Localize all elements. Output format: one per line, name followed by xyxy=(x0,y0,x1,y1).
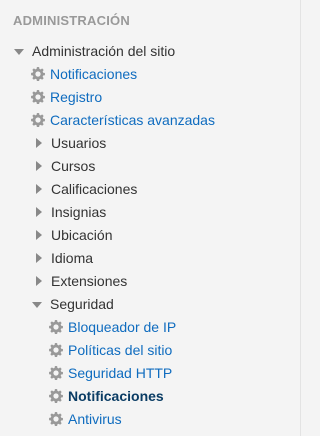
administration-block: ADMINISTRACIÓN Administración del sitio … xyxy=(0,0,301,436)
tree-branch-location[interactable]: Ubicación xyxy=(36,225,112,245)
tree-branch-grades[interactable]: Calificaciones xyxy=(36,179,137,199)
tree-item-logs[interactable]: Registro xyxy=(31,87,102,107)
gear-icon xyxy=(49,343,63,357)
tree-item-advanced-features[interactable]: Características avanzadas xyxy=(31,110,215,130)
tree-branch-badges[interactable]: Insignias xyxy=(36,202,106,222)
tree-item-ip-blocker[interactable]: Bloqueador de IP xyxy=(49,317,176,337)
tree-branch-label: Extensiones xyxy=(51,273,128,289)
gear-icon xyxy=(31,90,45,104)
chevron-right-icon xyxy=(36,230,42,240)
tree-branch-label: Cursos xyxy=(51,158,96,174)
gear-icon xyxy=(49,320,63,334)
gear-icon xyxy=(31,67,45,81)
chevron-right-icon xyxy=(36,207,42,217)
chevron-right-icon xyxy=(36,184,42,194)
chevron-right-icon xyxy=(36,276,42,286)
tree-item-site-policies[interactable]: Políticas del sitio xyxy=(49,340,172,360)
tree-branch-label: Usuarios xyxy=(51,135,107,151)
gear-icon xyxy=(49,412,63,426)
tree-branch-label: Calificaciones xyxy=(51,181,138,197)
tree-item-antivirus[interactable]: Antivirus xyxy=(49,409,122,429)
tree-branch-users[interactable]: Usuarios xyxy=(36,133,106,153)
tree-item-label[interactable]: Seguridad HTTP xyxy=(68,363,172,383)
tree-item-label[interactable]: Políticas del sitio xyxy=(68,340,172,360)
tree-item-label[interactable]: Características avanzadas xyxy=(50,110,215,130)
tree-item-label-current[interactable]: Notificaciones xyxy=(68,386,164,406)
tree-branch-plugins[interactable]: Extensiones xyxy=(36,271,127,291)
tree-item-label[interactable]: Antivirus xyxy=(68,409,122,429)
chevron-right-icon xyxy=(36,253,42,263)
chevron-down-icon xyxy=(14,48,24,55)
gear-icon xyxy=(49,366,63,380)
tree-branch-label: Seguridad xyxy=(50,296,114,312)
chevron-down-icon xyxy=(32,301,42,308)
tree-branch-label: Idioma xyxy=(51,250,94,266)
tree-branch-language[interactable]: Idioma xyxy=(36,248,93,268)
tree-item-label[interactable]: Notificaciones xyxy=(50,64,137,84)
tree-branch-courses[interactable]: Cursos xyxy=(36,156,95,176)
tree-item-label[interactable]: Registro xyxy=(50,87,102,107)
gear-icon xyxy=(31,113,45,127)
tree-item-http-security[interactable]: Seguridad HTTP xyxy=(49,363,172,383)
tree-item-notifications[interactable]: Notificaciones xyxy=(31,64,137,84)
gear-icon xyxy=(49,389,63,403)
tree-root-label: Administración del sitio xyxy=(32,43,176,59)
tree-root-site-administration[interactable]: Administración del sitio xyxy=(14,41,175,61)
tree-item-label[interactable]: Bloqueador de IP xyxy=(68,317,176,337)
tree-item-security-notifications[interactable]: Notificaciones xyxy=(49,386,164,406)
tree-branch-security[interactable]: Seguridad xyxy=(32,294,114,314)
block-title: ADMINISTRACIÓN xyxy=(13,13,130,28)
tree-branch-label: Insignias xyxy=(51,204,107,220)
chevron-right-icon xyxy=(36,161,42,171)
chevron-right-icon xyxy=(36,138,42,148)
tree-branch-label: Ubicación xyxy=(51,227,113,243)
